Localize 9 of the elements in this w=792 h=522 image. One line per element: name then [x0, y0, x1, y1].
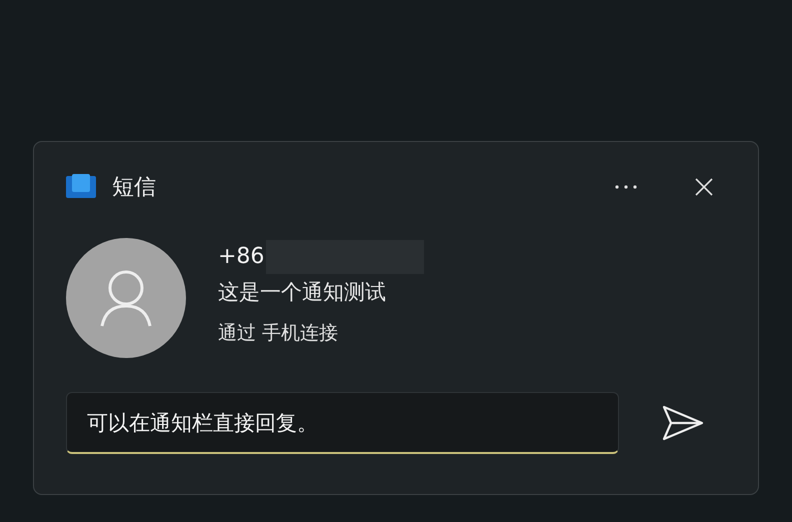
message-text: 这是一个通知测试: [218, 279, 387, 306]
send-icon[interactable]: [661, 404, 705, 442]
app-name: 短信: [112, 174, 156, 202]
source-text: 通过 手机连接: [218, 321, 340, 346]
close-icon[interactable]: [694, 177, 714, 197]
sender-number: +86: [218, 243, 264, 271]
more-icon[interactable]: [614, 184, 638, 190]
reply-field[interactable]: 可以在通知栏直接回复。: [66, 392, 619, 454]
app-icon: [66, 174, 96, 200]
